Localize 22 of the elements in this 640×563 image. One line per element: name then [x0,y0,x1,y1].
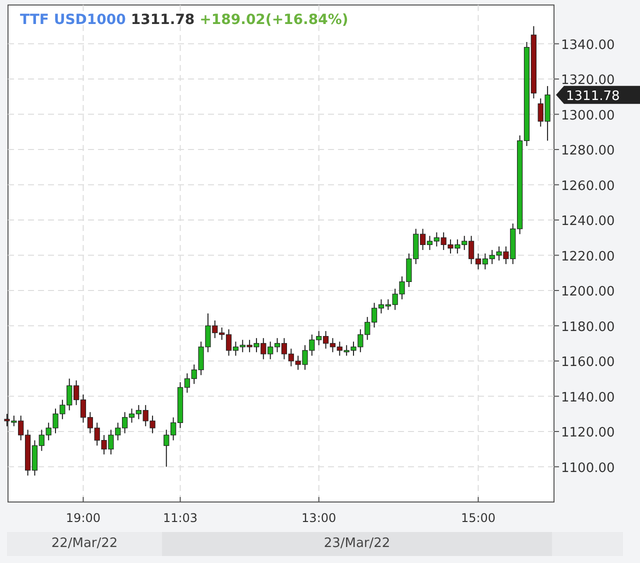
price-value: 1311.78 [130,11,195,30]
y-axis-label: 1340.00 [561,38,615,53]
y-axis-label: 1120.00 [561,426,615,440]
y-axis-label: 1160.00 [561,355,615,370]
price-change: +189.02(+16.84%) [200,11,348,30]
y-axis-label: 1300.00 [561,108,615,124]
y-axis-label: 1220.00 [561,249,615,264]
symbol-label: TTF USD1000 [20,11,126,30]
y-axis-label: 1180.00 [561,320,615,335]
y-axis-label: 1200.00 [561,284,615,300]
price-tag: 1311.78 [556,86,640,104]
x-axis-label: 19:00 [66,511,101,525]
y-axis-label: 1320.00 [561,73,615,88]
y-axis-label: 1260.00 [561,178,615,194]
x-axis-label: 15:00 [460,511,496,525]
y-axis-label: 1240.00 [561,214,615,230]
y-axis-label: 1140.00 [561,390,615,406]
x-axis-label: 13:00 [302,511,336,525]
y-axis-label: 1100.00 [561,460,615,476]
date-range-segment: 23/Mar/22 [162,532,552,556]
x-axis-label: 11:03 [162,511,198,525]
y-axis-label: 1280.00 [561,144,615,159]
